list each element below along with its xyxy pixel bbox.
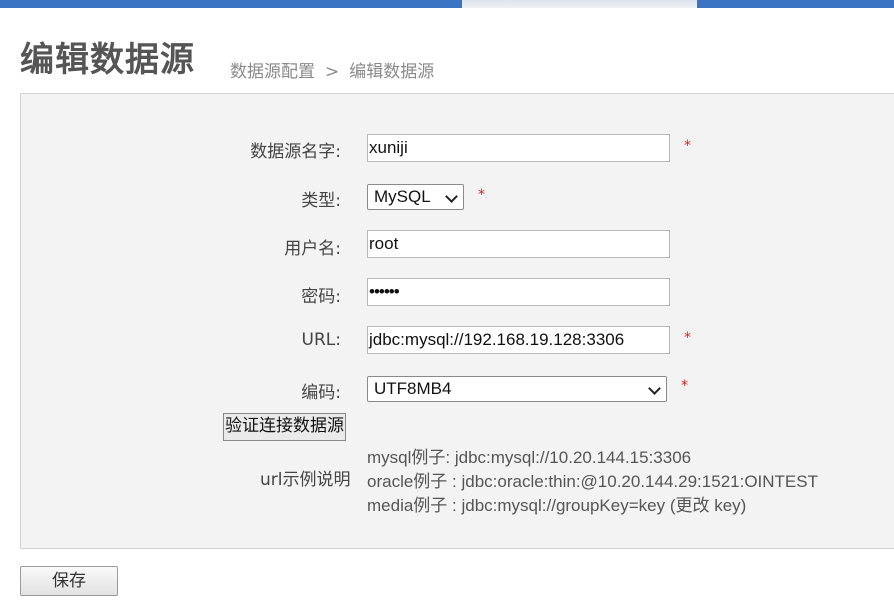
name-required-mark: * <box>684 138 691 154</box>
save-button[interactable]: 保存 <box>20 566 118 596</box>
breadcrumb-parent[interactable]: 数据源配置 <box>230 62 315 82</box>
encoding-required-mark: * <box>681 378 688 394</box>
encoding-select[interactable]: UTF8MB4 <box>367 376 667 402</box>
page-title: 编辑数据源 <box>20 40 195 80</box>
url-input[interactable]: jdbc:mysql://192.168.19.128:3306 <box>367 326 670 354</box>
chevron-down-icon <box>445 190 458 203</box>
url-examples-label: url示例说明 <box>260 470 351 490</box>
password-input[interactable]: •••••• <box>367 278 670 306</box>
breadcrumb-current: 编辑数据源 <box>349 62 435 82</box>
url-example-mysql: mysql例子: jdbc:mysql://10.20.144.15:3306 <box>367 448 692 467</box>
username-label: 用户名: <box>284 239 341 259</box>
active-tab-indicator <box>462 0 697 8</box>
name-label: 数据源名字: <box>250 142 341 162</box>
name-input[interactable]: xuniji <box>367 134 670 162</box>
encoding-select-value: UTF8MB4 <box>374 379 452 398</box>
type-select[interactable]: MySQL <box>367 184 464 210</box>
breadcrumb-separator: > <box>325 62 340 82</box>
breadcrumb: 数据源配置 > 编辑数据源 <box>230 57 434 82</box>
top-nav-bar <box>0 0 894 8</box>
username-input[interactable]: root <box>367 230 670 258</box>
url-example-oracle: oracle例子 : jdbc:oracle:thin:@10.20.144.2… <box>367 472 818 491</box>
url-example-media: media例子 : jdbc:mysql://groupKey=key (更改 … <box>367 496 747 515</box>
type-select-value: MySQL <box>374 187 431 206</box>
verify-connection-button[interactable]: 验证连接数据源 <box>223 413 346 441</box>
chevron-down-icon <box>648 382 661 395</box>
url-label: URL: <box>301 330 341 350</box>
password-label: 密码: <box>301 287 341 307</box>
type-required-mark: * <box>478 187 485 203</box>
url-required-mark: * <box>684 330 691 346</box>
encoding-label: 编码: <box>301 383 341 403</box>
type-label: 类型: <box>301 191 341 211</box>
